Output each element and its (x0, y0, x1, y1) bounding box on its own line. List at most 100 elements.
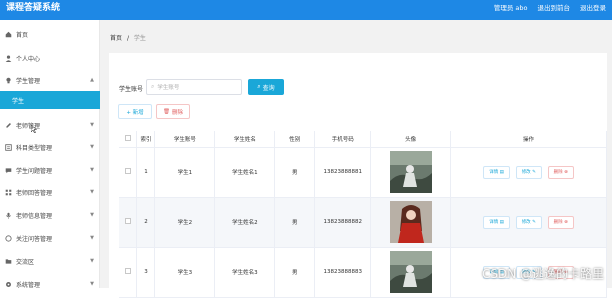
sidebar-item-profile[interactable]: 个人中心 (0, 48, 100, 68)
sidebar-item-home[interactable]: 首页 (0, 24, 100, 44)
column-header: 学生姓名 (214, 131, 276, 148)
query-button[interactable]: ⌕ 查询 (248, 79, 284, 95)
top-bar: 课程答疑系统 管理员 abo 退出到前台 退出登录 (0, 0, 612, 20)
row-delete-label: 删除 (553, 170, 563, 175)
row-checkbox[interactable] (124, 168, 131, 174)
delete-button-label: 删除 (171, 109, 183, 116)
column-header: 操作 (450, 131, 607, 148)
sidebar-item-label: 学生问题管理 (16, 167, 53, 175)
cell-avatar (370, 197, 452, 248)
cell-account: 学生2 (154, 197, 216, 248)
breadcrumb-current: 学生 (133, 35, 146, 42)
sidebar-item-label: 学生 (12, 97, 25, 105)
cell-index: 2 (136, 197, 156, 248)
cell-name: 学生姓名2 (214, 197, 276, 248)
app-title: 课程答疑系统 (6, 3, 61, 13)
sidebar-item-student[interactable]: 学生 (0, 91, 100, 109)
chevron-down-icon: ▼ (90, 212, 94, 218)
edit-button[interactable]: 修改 ✎ (515, 215, 542, 229)
search-label: 学生账号 (119, 86, 144, 93)
sidebar-item-follow-qa-mgmt[interactable]: 关注问答管理 ▼ (0, 228, 100, 248)
breadcrumb: 首页 / 学生 (110, 33, 146, 42)
row-delete-button[interactable]: 删除 ⊗ (547, 165, 574, 179)
sidebar-item-label: 老师管理 (16, 122, 41, 130)
folder-icon (4, 257, 12, 265)
edit-label: 修改 (521, 170, 531, 175)
chevron-down-icon: ▼ (90, 167, 94, 173)
watermark: CSDN @逃逸的卡路里 (481, 267, 604, 281)
table-row: 1 学生1 学生姓名1 男 13823888881 详情 ▤ 修改 ✎ 删除 ⊗ (119, 147, 607, 198)
cell-avatar (370, 247, 452, 298)
exit-to-front-link[interactable]: 退出到前台 (538, 3, 571, 13)
chevron-up-icon: ▲ (90, 77, 94, 83)
sidebar-item-label: 老师信息管理 (16, 212, 53, 220)
row-checkbox[interactable] (124, 218, 131, 224)
delete-button[interactable]: 🗑 删除 (156, 104, 190, 119)
sidebar-item-system-mgmt[interactable]: 系统管理 ▼ (0, 274, 100, 294)
sidebar-item-student-question-mgmt[interactable]: 学生问题管理 ▼ (0, 160, 100, 180)
cell-index: 1 (136, 147, 156, 198)
trash-icon: 🗑 (163, 108, 170, 115)
chevron-down-icon: ▼ (90, 189, 94, 195)
search-icon: ⌕ (257, 83, 261, 90)
edit-label: 修改 (521, 220, 531, 225)
user-icon (4, 54, 12, 62)
table-header-row: 索引 学生账号 学生姓名 性别 手机号码 头像 操作 (119, 131, 607, 148)
avatar (389, 201, 432, 243)
detail-button[interactable]: 详情 ▤ (483, 165, 510, 179)
search-input[interactable]: ⌕ 学生账号 (146, 79, 242, 95)
cell-index: 3 (136, 247, 156, 298)
trash-icon: ⊗ (564, 169, 568, 175)
sidebar-item-teacher-mgmt[interactable]: 老师管理 ▼ (0, 115, 100, 135)
breadcrumb-separator: / (126, 35, 129, 42)
column-header: 性别 (274, 131, 316, 148)
row-checkbox[interactable] (124, 268, 131, 274)
cell-actions: 详情 ▤ 修改 ✎ 删除 ⊗ (450, 197, 607, 248)
sidebar-item-label: 关注问答管理 (16, 235, 53, 243)
edit-icon: ✎ (532, 219, 536, 225)
select-all-checkbox[interactable] (124, 134, 131, 141)
chevron-down-icon: ▼ (90, 144, 94, 150)
gear-icon (4, 280, 12, 288)
detail-button[interactable]: 详情 ▤ (483, 215, 510, 229)
search-icon: ⌕ (151, 83, 155, 90)
sidebar: 首页 个人中心 学生管理 ▲ 学生 老师管理 ▼ 科目类型管理 ▼ 学生问题管理… (0, 20, 100, 289)
column-header: 学生账号 (154, 131, 216, 148)
top-right-links: 管理员 abo 退出到前台 退出登录 (494, 3, 606, 13)
sidebar-item-label: 交流区 (16, 258, 35, 266)
chevron-down-icon: ▼ (90, 281, 94, 287)
cell-gender: 男 (274, 147, 316, 198)
admin-label: 管理员 abo (493, 4, 528, 12)
edit-button[interactable]: 修改 ✎ (515, 165, 542, 179)
detail-label: 详情 (489, 170, 499, 175)
list-icon (4, 143, 12, 151)
sidebar-item-subject-type-mgmt[interactable]: 科目类型管理 ▼ (0, 137, 100, 157)
avatar (389, 251, 432, 293)
info-icon: ▤ (499, 169, 504, 175)
sidebar-item-teacher-info-mgmt[interactable]: 老师信息管理 ▼ (0, 205, 100, 225)
sidebar-item-student-mgmt[interactable]: 学生管理 ▲ (0, 70, 100, 90)
cell-phone: 13823888883 (314, 247, 372, 298)
cell-phone: 13823888882 (314, 197, 372, 248)
chevron-down-icon: ▼ (90, 122, 94, 128)
content-panel: 学生账号 ⌕ 学生账号 ⌕ 查询 + 新增 🗑 删除 索引 学生账号 学生姓名 … (109, 53, 607, 298)
column-header: 头像 (370, 131, 452, 148)
select-all-checkbox-cell (119, 131, 138, 148)
table-row: 2 学生2 学生姓名2 男 13823888882 详情 ▤ 修改 ✎ 删除 ⊗ (119, 197, 607, 248)
add-button[interactable]: + 新增 (118, 104, 152, 119)
row-delete-button[interactable]: 删除 ⊗ (547, 215, 574, 229)
sidebar-item-label: 老师回答管理 (16, 189, 53, 197)
logout-link[interactable]: 退出登录 (580, 3, 606, 13)
sidebar-item-label: 个人中心 (16, 55, 41, 63)
chevron-down-icon: ▼ (90, 258, 94, 264)
edit-icon: ✎ (532, 169, 536, 175)
sidebar-item-teacher-answer-mgmt[interactable]: 老师回答管理 ▼ (0, 182, 100, 202)
column-header: 手机号码 (314, 131, 372, 148)
cell-account: 学生3 (154, 247, 216, 298)
cell-gender: 男 (274, 197, 316, 248)
cell-phone: 13823888881 (314, 147, 372, 198)
avatar (389, 151, 432, 193)
breadcrumb-home[interactable]: 首页 (110, 35, 122, 42)
sidebar-item-forum[interactable]: 交流区 ▼ (0, 251, 100, 271)
chevron-down-icon: ▼ (90, 235, 94, 241)
